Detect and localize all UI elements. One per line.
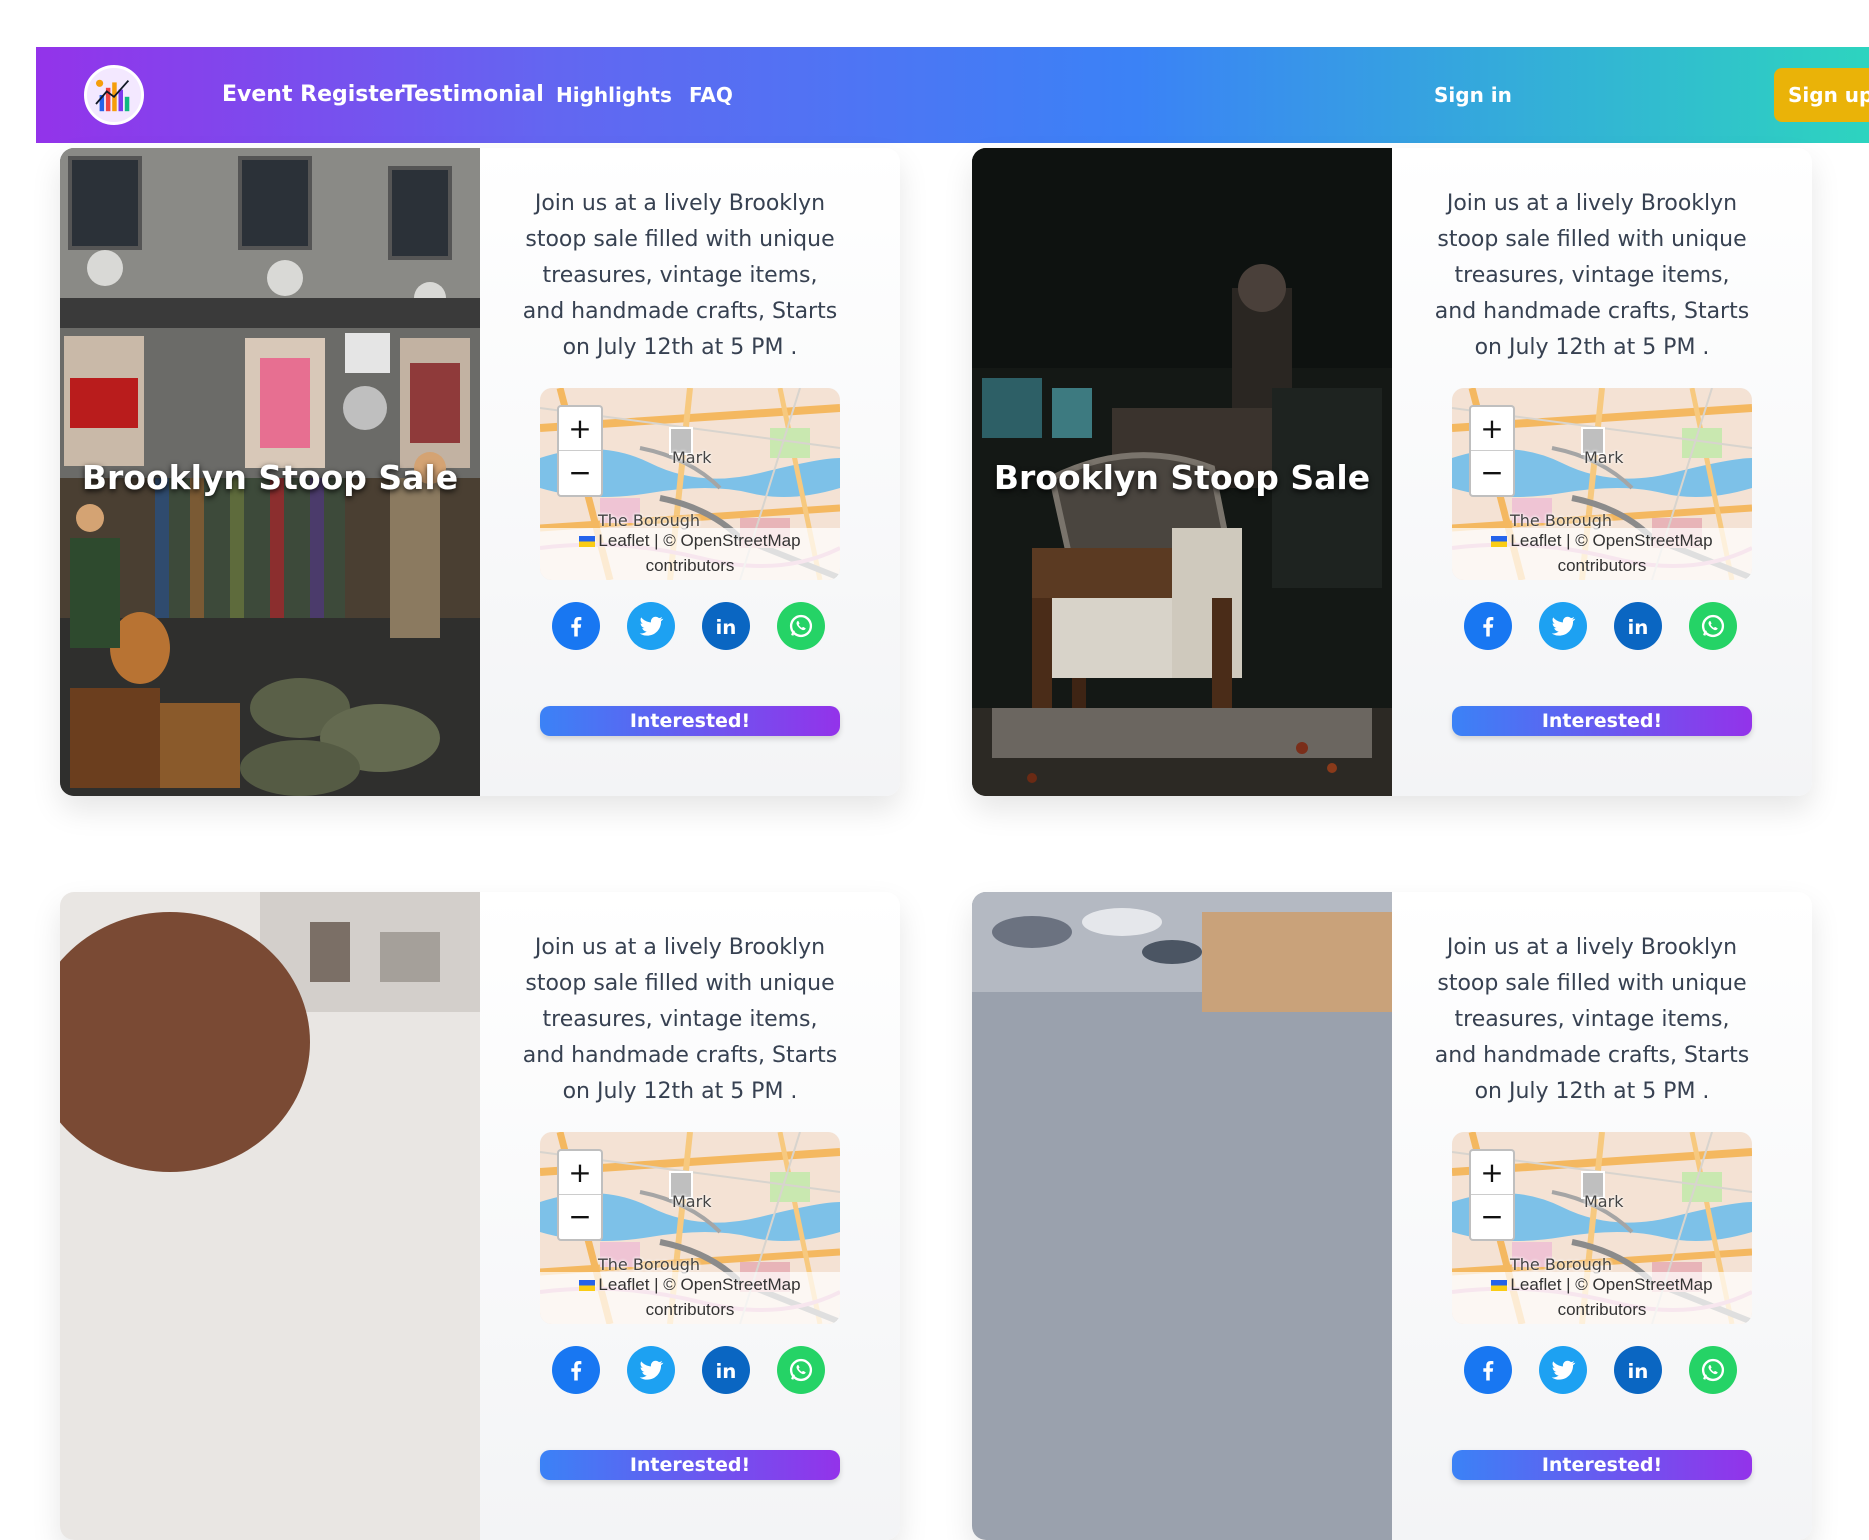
sign-up-button[interactable]: Sign up xyxy=(1774,68,1869,122)
linkedin-share-button[interactable]: in xyxy=(1614,602,1662,650)
facebook-share-button[interactable] xyxy=(552,602,600,650)
svg-text:in: in xyxy=(1628,616,1649,639)
linkedin-share-button[interactable]: in xyxy=(1614,1346,1662,1394)
zoom-in-button[interactable]: + xyxy=(559,1151,601,1195)
brand-logo[interactable] xyxy=(84,65,144,125)
social-share-row: in xyxy=(552,1346,852,1394)
event-card: Brooklyn Stoop Sale Join us at a lively B… xyxy=(60,148,900,796)
whatsapp-icon xyxy=(1699,1356,1727,1384)
facebook-icon xyxy=(1474,1356,1502,1384)
twitter-icon xyxy=(637,612,665,640)
event-card: Join us at a lively Brooklyn stoop sale … xyxy=(60,892,900,1540)
twitter-icon xyxy=(1549,612,1577,640)
linkedin-icon: in xyxy=(712,612,740,640)
ukraine-flag-icon xyxy=(579,536,596,547)
linkedin-icon: in xyxy=(712,1356,740,1384)
linkedin-share-button[interactable]: in xyxy=(702,1346,750,1394)
facebook-icon xyxy=(562,1356,590,1384)
linkedin-icon: in xyxy=(1624,1356,1652,1384)
event-description: Join us at a lively Brooklyn stoop sale … xyxy=(522,935,838,1104)
whatsapp-icon xyxy=(787,1356,815,1384)
zoom-out-button[interactable]: − xyxy=(1471,1195,1513,1239)
facebook-share-button[interactable] xyxy=(552,1346,600,1394)
map-zoom-control: + − xyxy=(557,405,603,497)
map-label-mark: Mark xyxy=(1584,448,1624,467)
event-description: Join us at a lively Brooklyn stoop sale … xyxy=(1434,935,1750,1104)
event-card: Brooklyn Stoop Sale Join us at a lively B… xyxy=(972,148,1812,796)
zoom-out-button[interactable]: − xyxy=(1471,451,1513,495)
map-label-mark: Mark xyxy=(672,1192,712,1211)
social-share-row: in xyxy=(1464,602,1764,650)
ukraine-flag-icon xyxy=(579,1280,596,1291)
sign-in-button[interactable]: Sign in xyxy=(1434,47,1512,143)
event-map[interactable]: Mark The Borough + − Leaflet | © OpenStreetM… xyxy=(540,1132,840,1324)
event-title: Brooklyn Stoop Sale xyxy=(993,458,1371,497)
map-attribution[interactable]: Leaflet | © OpenStreetMap contributors xyxy=(540,1272,840,1324)
map-attribution-text[interactable]: Leaflet | © OpenStreetMap contributors xyxy=(598,1275,800,1319)
twitter-icon xyxy=(637,1356,665,1384)
whatsapp-share-button[interactable] xyxy=(777,1346,825,1394)
nav-event-register[interactable]: Event Register xyxy=(222,47,405,143)
whatsapp-share-button[interactable] xyxy=(1689,602,1737,650)
event-map[interactable]: Mark The Borough + − Leaflet | © OpenStreetM… xyxy=(1452,1132,1752,1324)
facebook-share-button[interactable] xyxy=(1464,602,1512,650)
interested-button[interactable]: Interested! xyxy=(540,706,840,736)
map-attribution-text[interactable]: Leaflet | © OpenStreetMap contributors xyxy=(1510,1275,1712,1319)
map-zoom-control: + − xyxy=(1469,405,1515,497)
zoom-out-button[interactable]: − xyxy=(559,451,601,495)
twitter-icon xyxy=(1549,1356,1577,1384)
event-map[interactable]: Mark The Borough + − Leaflet | © OpenStreetM… xyxy=(540,388,840,580)
twitter-share-button[interactable] xyxy=(627,1346,675,1394)
map-attribution-text[interactable]: Leaflet | © OpenStreetMap contributors xyxy=(598,531,800,575)
map-attribution-text[interactable]: Leaflet | © OpenStreetMap contributors xyxy=(1510,531,1712,575)
whatsapp-icon xyxy=(1699,612,1727,640)
svg-text:in: in xyxy=(716,1360,737,1383)
whatsapp-share-button[interactable] xyxy=(1689,1346,1737,1394)
whatsapp-icon xyxy=(787,612,815,640)
event-description: Join us at a lively Brooklyn stoop sale … xyxy=(522,191,838,360)
facebook-icon xyxy=(562,612,590,640)
svg-text:in: in xyxy=(1628,1360,1649,1383)
facebook-icon xyxy=(1474,612,1502,640)
top-navbar: Event Register Testimonial Highlights FA… xyxy=(36,47,1869,143)
zoom-out-button[interactable]: − xyxy=(559,1195,601,1239)
event-map[interactable]: Mark The Borough + − Leaflet | © OpenStreetM… xyxy=(1452,388,1752,580)
svg-text:in: in xyxy=(716,616,737,639)
whatsapp-share-button[interactable] xyxy=(777,602,825,650)
event-image xyxy=(972,892,1392,1540)
facebook-share-button[interactable] xyxy=(1464,1346,1512,1394)
map-attribution[interactable]: Leaflet | © OpenStreetMap contributors xyxy=(1452,528,1752,580)
nav-testimonial[interactable]: Testimonial xyxy=(402,47,544,143)
brand-logo-icon xyxy=(87,68,141,122)
event-description: Join us at a lively Brooklyn stoop sale … xyxy=(1434,191,1750,360)
event-card: Join us at a lively Brooklyn stoop sale … xyxy=(972,892,1812,1540)
twitter-share-button[interactable] xyxy=(627,602,675,650)
interested-button[interactable]: Interested! xyxy=(1452,1450,1752,1480)
map-label-mark: Mark xyxy=(672,448,712,467)
event-image xyxy=(60,892,480,1540)
nav-faq[interactable]: FAQ xyxy=(689,47,733,143)
twitter-share-button[interactable] xyxy=(1539,602,1587,650)
map-attribution[interactable]: Leaflet | © OpenStreetMap contributors xyxy=(1452,1272,1752,1324)
map-label-mark: Mark xyxy=(1584,1192,1624,1211)
linkedin-icon: in xyxy=(1624,612,1652,640)
twitter-share-button[interactable] xyxy=(1539,1346,1587,1394)
ukraine-flag-icon xyxy=(1491,1280,1508,1291)
map-attribution[interactable]: Leaflet | © OpenStreetMap contributors xyxy=(540,528,840,580)
zoom-in-button[interactable]: + xyxy=(1471,407,1513,451)
zoom-in-button[interactable]: + xyxy=(559,407,601,451)
interested-button[interactable]: Interested! xyxy=(1452,706,1752,736)
event-title: Brooklyn Stoop Sale xyxy=(81,458,459,497)
social-share-row: in xyxy=(1464,1346,1764,1394)
ukraine-flag-icon xyxy=(1491,536,1508,547)
map-zoom-control: + − xyxy=(1469,1149,1515,1241)
nav-highlights[interactable]: Highlights xyxy=(556,47,672,143)
map-zoom-control: + − xyxy=(557,1149,603,1241)
interested-button[interactable]: Interested! xyxy=(540,1450,840,1480)
social-share-row: in xyxy=(552,602,852,650)
zoom-in-button[interactable]: + xyxy=(1471,1151,1513,1195)
linkedin-share-button[interactable]: in xyxy=(702,602,750,650)
